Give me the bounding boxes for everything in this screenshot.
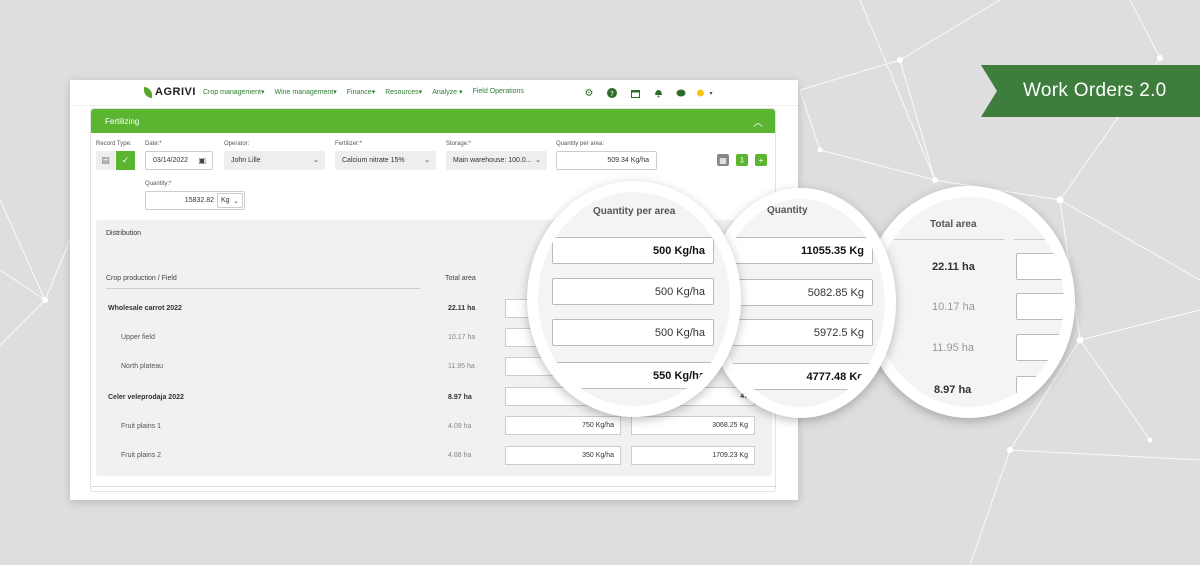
nav-analyze[interactable]: Analyze ▾	[432, 88, 462, 96]
magnifier-quantity-per-area: Quantity per area 500 Kg/ha 500 Kg/ha 50…	[527, 181, 741, 417]
qpa-cell[interactable]: 350 Kg/ha	[505, 446, 621, 465]
storage-label: Storage:*	[446, 141, 472, 147]
distribution-title: Distribution	[106, 230, 142, 237]
record-type-label: Record Type:	[96, 141, 132, 147]
logo-text: AGRIVI	[155, 86, 196, 98]
nav-finance[interactable]: Finance▾	[347, 88, 375, 96]
nav-menu: Crop management▾ Wine management▾ Financ…	[203, 88, 524, 96]
chevron-down-icon: ⌄	[424, 157, 430, 164]
svg-text:?: ?	[610, 90, 614, 98]
chat-icon[interactable]	[674, 86, 688, 100]
add-icon[interactable]: +	[755, 154, 767, 166]
panel-header[interactable]: Fertilizing ︿	[91, 109, 775, 133]
top-navigation: AGRIVI Crop management▾ Wine management▾…	[70, 80, 798, 106]
magnified-area: 22.11 ha	[932, 261, 975, 273]
panel-title: Fertilizing	[105, 116, 140, 126]
quantity-cell[interactable]: 1709.23 Kg	[631, 446, 755, 465]
chevron-down-icon: ⌄	[535, 157, 541, 164]
magnified-area: 10.17 ha	[932, 301, 975, 313]
operator-select[interactable]: John Lille ⌄	[224, 151, 325, 170]
calendar-icon[interactable]: ▣	[198, 156, 206, 165]
magnified-qpa: 500 Kg/ha	[552, 237, 714, 264]
chevron-down-icon: ⌄	[313, 157, 319, 164]
user-avatar[interactable]: ▾	[697, 86, 717, 100]
storage-select[interactable]: Main warehouse: 100.0... ⌄	[446, 151, 547, 170]
magnified-area: 11.95 ha	[932, 342, 975, 354]
nav-field-operations[interactable]: Field Operations	[473, 88, 524, 96]
magnified-area: 8.97 ha	[934, 384, 972, 396]
quantity-cell[interactable]: 3068.25 Kg	[631, 416, 755, 435]
nav-wine-management[interactable]: Wine management▾	[275, 88, 337, 96]
operator-label: Operator:	[224, 141, 250, 147]
qpa-label: Quantity per area:	[556, 141, 605, 147]
magnified-qpa: 500 Kg/ha	[552, 319, 714, 346]
nav-icons: ⚙ ? ▾	[582, 86, 717, 100]
nav-crop-management[interactable]: Crop management▾	[203, 88, 265, 96]
date-field[interactable]: 03/14/2022 ▣	[145, 151, 213, 170]
col-header-area: Total area	[445, 275, 476, 282]
clipboard-icon: ▤	[101, 155, 110, 165]
col-header-crop: Crop production / Field	[106, 275, 177, 282]
magnifier-area-header: Total area	[930, 219, 977, 230]
magnifier-qpa-header: Quantity per area	[593, 206, 676, 217]
work-orders-banner: Work Orders 2.0	[981, 65, 1200, 117]
magnified-quantity: 5082.85 Kg	[729, 279, 873, 306]
fertilizer-select[interactable]: Calcium nitrate 15% ⌄	[335, 151, 436, 170]
banner-title: Work Orders 2.0	[1023, 80, 1167, 101]
agrivi-logo[interactable]: AGRIVI	[144, 86, 196, 98]
chevron-down-icon: ⌄	[233, 198, 239, 205]
magnified-quantity: 11055.35 Kg	[729, 237, 873, 264]
help-icon[interactable]: ?	[605, 86, 619, 100]
panel-footer-line	[90, 486, 776, 487]
nav-resources[interactable]: Resources▾	[385, 88, 422, 96]
leaf-icon	[144, 86, 152, 98]
qpa-cell[interactable]: 750 Kg/ha	[505, 416, 621, 435]
calculator-icon[interactable]: ▦	[717, 154, 729, 166]
check-icon: ✓	[121, 155, 130, 165]
magnified-quantity: 5972.5 Kg	[729, 319, 873, 346]
date-label: Date:*	[145, 141, 162, 147]
calendar-icon[interactable]	[628, 86, 642, 100]
download-icon[interactable]: ⇩	[736, 154, 748, 166]
magnified-qpa: 550 Kg/ha	[552, 362, 714, 389]
gear-icon[interactable]: ⚙	[582, 86, 596, 100]
bell-icon[interactable]	[651, 86, 665, 100]
quantity-label: Quantity:*	[145, 181, 172, 187]
magnifier-qty-header: Quantity	[767, 205, 808, 216]
quantity-unit-select[interactable]: Kg ⌄	[217, 193, 243, 208]
chevron-up-icon[interactable]: ︿	[753, 114, 763, 129]
header-divider	[106, 288, 420, 289]
record-type-manual[interactable]: ▤	[96, 151, 115, 170]
magnified-qpa: 500 Kg/ha	[552, 278, 714, 305]
record-type-completed[interactable]: ✓	[116, 151, 135, 170]
magnified-quantity: 4777.48 Kg	[729, 363, 873, 390]
qpa-input[interactable]: 509.34 Kg/ha	[556, 151, 657, 170]
fertilizer-label: Fertilizer:*	[335, 141, 363, 147]
